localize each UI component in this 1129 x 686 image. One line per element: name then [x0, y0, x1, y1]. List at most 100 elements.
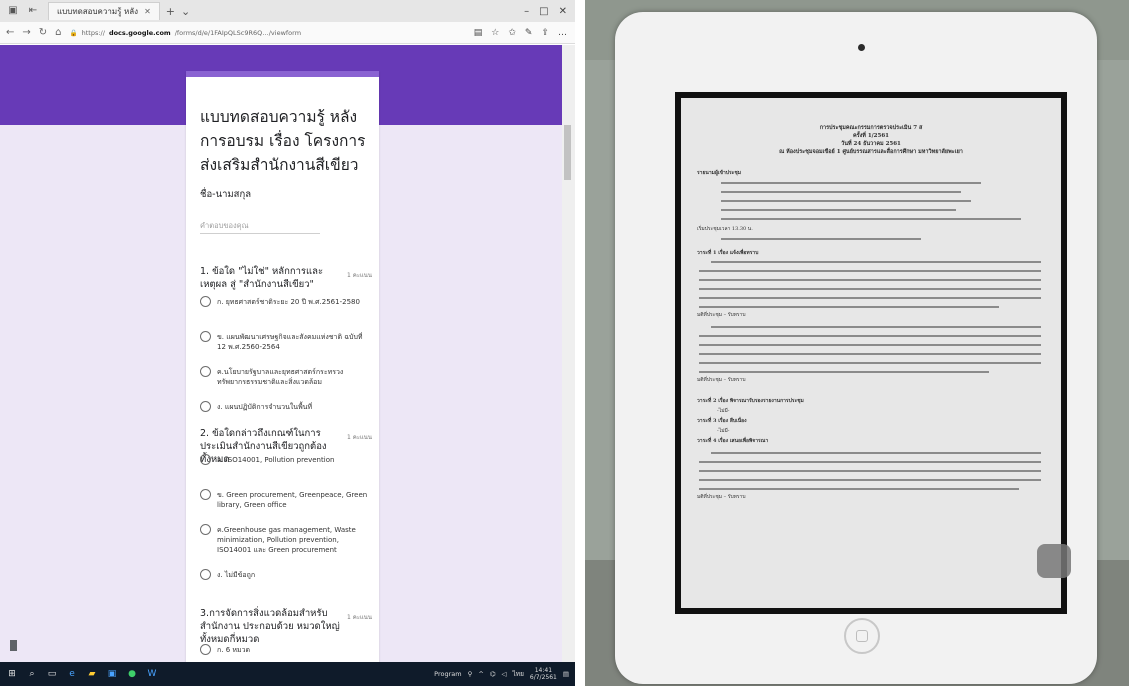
question-1: 1. ข้อใด "ไม่ใช่" หลักการและเหตุผล สู่ "…: [200, 265, 372, 412]
text-line-placeholder: [699, 362, 1041, 364]
option-radio[interactable]: ง. ไม่มีข้อถูก: [200, 569, 372, 580]
text-line-placeholder: [721, 218, 1021, 220]
maximize-icon[interactable]: □: [539, 6, 548, 17]
language-icon[interactable]: ไทย: [513, 669, 524, 679]
option-radio[interactable]: ค.นโยบายรัฐบาลและยุทธศาสตร์กระทรวงทรัพยา…: [200, 366, 372, 387]
name-field-label: ชื่อ-นามสกุล: [200, 189, 252, 200]
minimize-icon[interactable]: –: [524, 6, 529, 17]
option-radio[interactable]: ข. แผนพัฒนาเศรษฐกิจและสังคมแห่งชาติ ฉบับ…: [200, 331, 372, 352]
text-line-placeholder: [699, 470, 1041, 472]
url-prefix: https://: [81, 28, 105, 37]
share-icon[interactable]: ⇪: [541, 28, 549, 38]
radio-icon[interactable]: [200, 569, 211, 580]
close-icon[interactable]: ✕: [144, 7, 151, 16]
back-tabs-icon[interactable]: ⇤: [26, 4, 40, 18]
windows-start-icon[interactable]: ⊞: [6, 668, 18, 680]
radio-icon[interactable]: [200, 644, 211, 655]
option-radio[interactable]: ข. Green procurement, Greenpeace, Green …: [200, 489, 372, 510]
favorite-star-icon[interactable]: ☆: [491, 28, 499, 38]
task-view-icon[interactable]: ▭: [46, 668, 58, 680]
option-radio[interactable]: ก. ยุทธศาสตร์ชาติระยะ 20 ปี พ.ศ.2561-258…: [200, 296, 372, 307]
document-line: มติที่ประชุม – รับทราบ: [697, 377, 746, 383]
radio-icon[interactable]: [200, 366, 211, 377]
chevron-down-icon[interactable]: ⌄: [181, 5, 190, 18]
question-3: 3.การจัดการสิ่งแวดล้อมสำหรับสำนักงาน ประ…: [200, 607, 372, 655]
browser-titlebar: ▣ ⇤ แบบทดสอบความรู้ หลัง ✕ + ⌄ – □ ✕: [0, 0, 575, 22]
home-button[interactable]: [844, 618, 880, 654]
tab-label: แบบทดสอบความรู้ หลัง: [57, 7, 139, 16]
document-header-line: การประชุมคณะกรรมการตรวจประเมิน 7 ส: [819, 125, 923, 131]
document-line: มติที่ประชุม – รับทราบ: [697, 312, 746, 318]
document-header-line: ครั้งที่ 1/2561: [852, 133, 889, 139]
refresh-icon[interactable]: ↻: [39, 27, 47, 38]
plus-icon[interactable]: +: [166, 5, 175, 18]
document-line: รายนามผู้เข้าประชุม: [697, 170, 742, 176]
clock[interactable]: 14:41 6/7/2561: [530, 667, 557, 681]
option-radio[interactable]: ค.Greenhouse gas management, Waste minim…: [200, 524, 372, 555]
toolbar-icons: ▤ ☆ ✩ ✎ ⇪ …: [474, 28, 567, 38]
text-line-placeholder: [699, 371, 989, 373]
option-radio[interactable]: ก. ISO14001, Pollution prevention: [200, 454, 372, 465]
search-icon[interactable]: ⌕: [26, 668, 38, 680]
notifications-icon[interactable]: ▤: [563, 670, 569, 678]
option-label: ก. 6 หมวด: [217, 646, 251, 654]
option-radio[interactable]: ง. แผนปฏิบัติการจำนวนในพื้นที่: [200, 401, 372, 412]
google-form-page: แบบทดสอบความรู้ หลัง การอบรม เรื่อง โครง…: [0, 45, 575, 662]
favorites-icon[interactable]: ✩: [508, 28, 516, 38]
radio-icon[interactable]: [200, 296, 211, 307]
text-line-placeholder: [721, 209, 956, 211]
radio-icon[interactable]: [200, 454, 211, 465]
url-path: /forms/d/e/1FAIpQLSc9R6Q…/viewform: [174, 28, 302, 37]
document-line: วาระที่ 4 เรื่อง เสนอเพื่อพิจารณา: [697, 438, 769, 444]
volume-icon[interactable]: ◁: [502, 670, 507, 678]
store-icon[interactable]: ▣: [106, 668, 118, 680]
word-icon[interactable]: W: [146, 668, 158, 680]
app-icon[interactable]: ●: [126, 668, 138, 680]
option-label: ค.นโยบายรัฐบาลและยุทธศาสตร์กระทรวงทรัพยา…: [217, 368, 344, 386]
network-icon[interactable]: ⌬: [490, 670, 496, 678]
tab-manager-icon[interactable]: ▣: [6, 4, 20, 18]
text-line-placeholder: [711, 326, 1041, 328]
text-line-placeholder: [721, 238, 921, 240]
browser-tab[interactable]: แบบทดสอบความรู้ หลัง ✕: [48, 2, 160, 20]
points-badge: 1 คะแนน: [346, 272, 372, 279]
text-line-placeholder: [699, 288, 1041, 290]
document-line: เริ่มประชุมเวลา 13.30 น.: [697, 226, 753, 232]
form-card: แบบทดสอบความรู้ หลัง การอบรม เรื่อง โครง…: [186, 71, 379, 662]
ipad-screen: การประชุมคณะกรรมการตรวจประเมิน 7 ส ครั้ง…: [675, 92, 1071, 614]
document-line: มติที่ประชุม – รับทราบ: [697, 494, 746, 500]
name-input[interactable]: คำตอบของคุณ: [200, 220, 320, 234]
scrollbar-thumb[interactable]: [564, 125, 571, 180]
forward-icon[interactable]: →: [22, 27, 30, 38]
assistive-touch-button[interactable]: [1037, 544, 1071, 578]
radio-icon[interactable]: [200, 401, 211, 412]
more-icon[interactable]: …: [558, 28, 567, 38]
text-line-placeholder: [711, 452, 1041, 454]
text-line-placeholder: [699, 297, 1041, 299]
home-icon[interactable]: ⌂: [55, 27, 61, 38]
radio-icon[interactable]: [200, 489, 211, 500]
option-label: ก. ISO14001, Pollution prevention: [217, 456, 335, 464]
document-line: -ไม่มี-: [717, 428, 730, 434]
edge-browser-icon[interactable]: e: [66, 668, 78, 680]
person-icon[interactable]: ⚲: [468, 670, 473, 678]
window-close-icon[interactable]: ✕: [559, 6, 567, 17]
option-radio[interactable]: ก. 6 หมวด: [200, 644, 372, 655]
pen-icon[interactable]: ✎: [525, 28, 533, 38]
report-icon[interactable]: [10, 640, 17, 651]
back-icon[interactable]: ←: [6, 27, 14, 38]
url-field[interactable]: 🔒 https://docs.google.com/forms/d/e/1FAI…: [70, 26, 430, 40]
file-explorer-icon[interactable]: ▰: [86, 668, 98, 680]
system-tray: Program ⚲ ^ ⌬ ◁ ไทย 14:41 6/7/2561 ▤: [434, 667, 569, 681]
chevron-up-icon[interactable]: ^: [478, 670, 483, 678]
reading-view-icon[interactable]: ▤: [474, 28, 483, 38]
camera-icon: [858, 44, 865, 51]
tray-label[interactable]: Program: [434, 670, 461, 678]
radio-icon[interactable]: [200, 524, 211, 535]
radio-icon[interactable]: [200, 331, 211, 342]
windows-taskbar: ⊞ ⌕ ▭ e ▰ ▣ ● W Program ⚲ ^ ⌬ ◁ ไทย 14:4…: [0, 662, 575, 686]
composite-image: ▣ ⇤ แบบทดสอบความรู้ หลัง ✕ + ⌄ – □ ✕ ← →…: [0, 0, 1129, 686]
clock-date: 6/7/2561: [529, 674, 557, 681]
text-line-placeholder: [699, 270, 1041, 272]
text-line-placeholder: [699, 306, 999, 308]
